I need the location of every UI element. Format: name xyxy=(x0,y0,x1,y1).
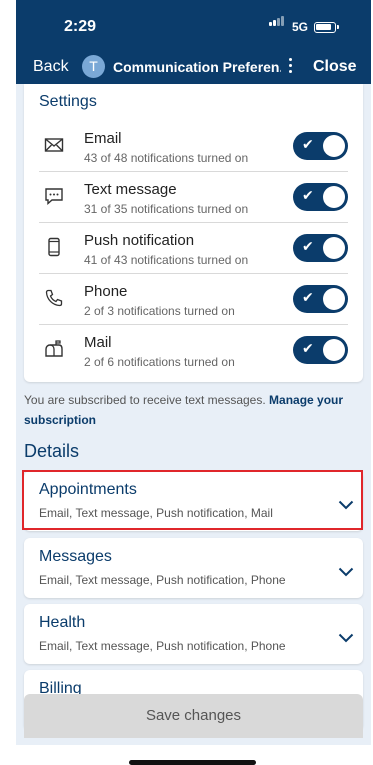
setting-row-mail[interactable]: Mail 2 of 6 notifications turned on ✔ xyxy=(39,325,348,376)
selection-highlight xyxy=(22,470,363,530)
phone-icon xyxy=(44,237,64,257)
setting-count: 43 of 48 notifications turned on xyxy=(84,151,249,165)
setting-count: 2 of 3 notifications turned on xyxy=(84,304,235,318)
close-button[interactable]: Close xyxy=(313,58,357,76)
detail-card-messages[interactable]: Messages Email, Text message, Push notif… xyxy=(24,538,363,598)
chevron-down-icon[interactable] xyxy=(338,564,354,582)
email-toggle[interactable]: ✔ xyxy=(293,132,348,160)
check-icon: ✔ xyxy=(302,340,314,356)
detail-title: Health xyxy=(39,614,86,631)
settings-heading: Settings xyxy=(39,93,97,110)
subscription-note: You are subscribed to receive text messa… xyxy=(24,390,364,430)
setting-label: Text message xyxy=(84,181,177,198)
check-icon: ✔ xyxy=(302,136,314,152)
check-icon: ✔ xyxy=(302,238,314,254)
detail-card-health[interactable]: Health Email, Text message, Push notific… xyxy=(24,604,363,664)
more-options-icon[interactable] xyxy=(286,58,294,74)
network-type: 5G xyxy=(292,20,309,34)
setting-label: Mail xyxy=(84,334,112,351)
app-screen: 2:29 5G Back T Communication Preferen...… xyxy=(16,0,371,745)
page-title: Communication Preferen... xyxy=(113,59,281,75)
setting-row-text-message[interactable]: Text message 31 of 35 notifications turn… xyxy=(39,172,348,223)
chat-bubble-icon xyxy=(44,186,64,206)
push-notification-toggle[interactable]: ✔ xyxy=(293,234,348,262)
nav-bar: Back T Communication Preferen... Close xyxy=(16,46,371,84)
setting-label: Email xyxy=(84,130,122,147)
detail-title: Messages xyxy=(39,548,112,565)
setting-count: 2 of 6 notifications turned on xyxy=(84,355,235,369)
setting-row-push-notification[interactable]: Push notification 41 of 43 notifications… xyxy=(39,223,348,274)
details-heading: Details xyxy=(24,441,80,461)
setting-count: 41 of 43 notifications turned on xyxy=(84,253,249,267)
battery-icon xyxy=(314,22,339,33)
status-time: 2:29 xyxy=(64,18,97,35)
phone-toggle[interactable]: ✔ xyxy=(293,285,348,313)
home-indicator xyxy=(129,760,256,765)
setting-label: Push notification xyxy=(84,232,195,249)
setting-row-email[interactable]: Email 43 of 48 notifications turned on ✔ xyxy=(39,121,348,172)
setting-row-phone[interactable]: Phone 2 of 3 notifications turned on ✔ xyxy=(39,274,348,325)
avatar[interactable]: T xyxy=(82,55,105,78)
back-button[interactable]: Back xyxy=(33,58,69,76)
mail-toggle[interactable]: ✔ xyxy=(293,336,348,364)
detail-channels: Email, Text message, Push notification, … xyxy=(39,639,286,653)
check-icon: ✔ xyxy=(302,289,314,305)
save-changes-button[interactable]: Save changes xyxy=(24,694,363,738)
chevron-down-icon[interactable] xyxy=(338,630,354,648)
handset-icon xyxy=(44,288,64,308)
settings-card: Settings Email 43 of 48 notifications tu… xyxy=(24,84,363,382)
subscription-text: You are subscribed to receive text messa… xyxy=(24,393,266,407)
check-icon: ✔ xyxy=(302,187,314,203)
detail-channels: Email, Text message, Push notification, … xyxy=(39,573,286,587)
text-message-toggle[interactable]: ✔ xyxy=(293,183,348,211)
status-bar: 2:29 5G xyxy=(16,0,371,46)
envelope-icon xyxy=(44,135,64,155)
setting-label: Phone xyxy=(84,283,128,300)
setting-count: 31 of 35 notifications turned on xyxy=(84,202,249,216)
mailbox-icon xyxy=(44,339,64,359)
